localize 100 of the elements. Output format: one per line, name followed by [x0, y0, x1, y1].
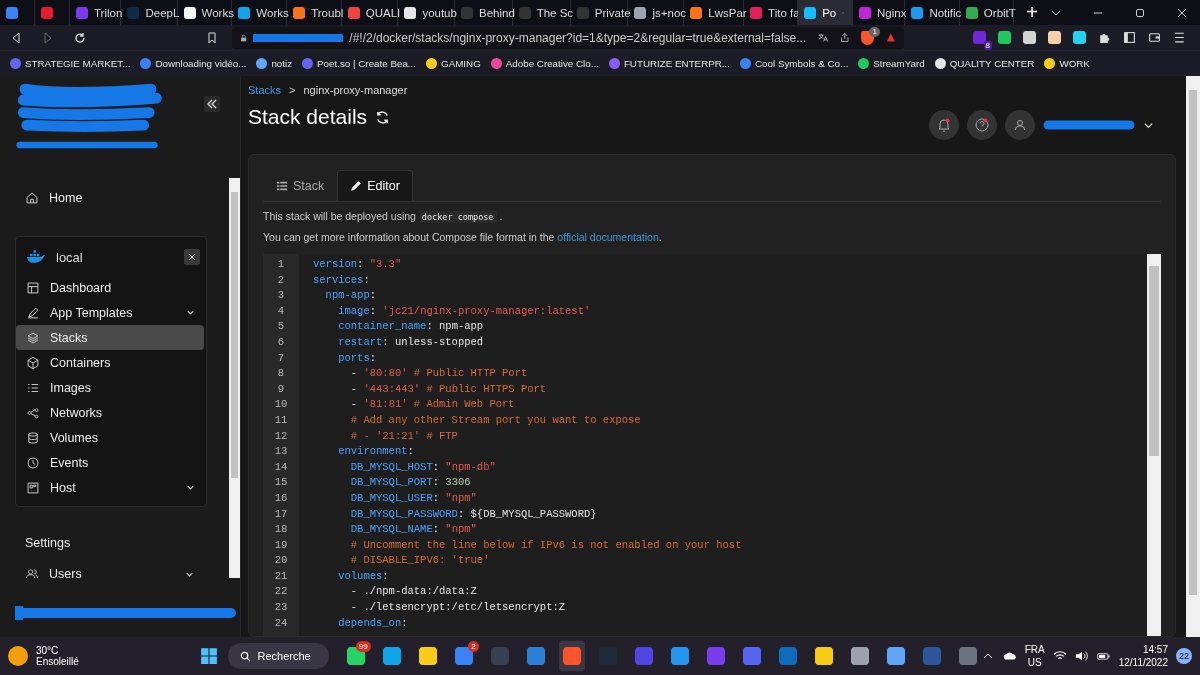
line-number: 10 [273, 397, 289, 413]
line-number: 1 [276, 257, 286, 272]
puzzle-icon[interactable] [1098, 31, 1111, 44]
bookmark-icon[interactable] [206, 31, 218, 44]
reload-icon[interactable] [74, 31, 86, 44]
code-line: container_name: npm-app [337, 319, 484, 335]
close-icon[interactable] [184, 249, 200, 265]
avatar[interactable] [1005, 110, 1035, 140]
extension-icon[interactable] [1073, 31, 1086, 44]
code-line: image: 'jc21/nginx-proxy-manager:latest' [337, 303, 591, 319]
temperature: 30°C [36, 645, 60, 656]
help-button[interactable] [967, 110, 997, 140]
menu-icon[interactable] [1173, 31, 1186, 44]
bookmark-link[interactable]: QUALITY CENTER [949, 58, 1035, 69]
bookmark-link[interactable]: GAMING [441, 58, 481, 69]
browser-tab[interactable]: Po [798, 0, 854, 25]
line-number: 21 [273, 568, 289, 584]
pencil-icon [350, 180, 363, 192]
bookmark-icon[interactable] [426, 58, 437, 69]
notification-badge[interactable]: 22 [1176, 648, 1192, 664]
refresh-icon[interactable] [375, 109, 391, 125]
maximize-icon[interactable] [1134, 6, 1146, 19]
nav-item[interactable]: Stacks [16, 325, 204, 350]
bookmark-link[interactable]: WORK [1059, 58, 1090, 69]
forward-icon[interactable] [42, 31, 54, 44]
back-icon[interactable] [10, 31, 22, 44]
code-line: DB_MYSQL_HOST: "npm-db" [349, 459, 496, 475]
count-badge: 1 [869, 26, 880, 37]
nav-item[interactable]: Users [15, 557, 205, 591]
scrollbar[interactable] [1147, 254, 1161, 636]
share-icon[interactable] [839, 31, 850, 44]
nav-item[interactable]: Host [16, 475, 206, 500]
sidebar-icon[interactable] [1123, 31, 1136, 44]
layers-icon [26, 330, 40, 345]
wifi-icon[interactable] [1052, 650, 1067, 662]
weather-condition: Ensoleillé [36, 656, 79, 667]
code-line: depends_on: [337, 615, 408, 631]
nav-item[interactable]: App Templates [16, 300, 206, 325]
dashboard-icon [26, 280, 40, 295]
code-line: ports: [337, 350, 377, 366]
line-number: 11 [273, 412, 289, 428]
line-number: 6 [276, 334, 286, 350]
whale-icon [26, 250, 46, 264]
clock-date[interactable]: 12/11/2022 [1118, 656, 1168, 669]
code-line: DB_MYSQL_PORT: 3306 [349, 475, 471, 491]
wallet-icon[interactable] [1148, 31, 1161, 44]
extension-icon[interactable] [1048, 31, 1061, 44]
cube-icon [26, 355, 40, 370]
notification-button[interactable] [929, 110, 959, 140]
nav-item[interactable]: Containers [16, 350, 206, 375]
bookmark-link[interactable]: Downloading vidéo... [155, 58, 247, 69]
nav-item[interactable]: Networks [16, 400, 206, 425]
language-label[interactable]: FRA [1024, 643, 1045, 656]
nav-item[interactable]: Home [15, 178, 230, 218]
translate-icon[interactable] [818, 31, 828, 44]
speaker-icon[interactable] [1074, 650, 1089, 662]
nav-item[interactable]: Events [16, 450, 206, 475]
keyboard-layout-label[interactable]: US [1024, 656, 1045, 669]
bookmark-link[interactable]: notiz [271, 58, 293, 69]
clock-icon [26, 455, 40, 470]
cloud-icon[interactable] [1002, 650, 1017, 662]
bell-icon [936, 117, 952, 133]
close-icon[interactable] [1176, 6, 1188, 19]
clock-time[interactable]: 14:57 [1118, 643, 1168, 656]
bookmark-icon[interactable] [934, 58, 946, 69]
breadcrumb-link[interactable]: Stacks [248, 84, 281, 96]
taskbar-app-button[interactable]: 99 [342, 641, 369, 671]
line-number: 24 [273, 615, 289, 631]
nav-item[interactable]: Images [16, 375, 206, 400]
bookmark-icon[interactable] [256, 58, 268, 69]
scrollbar[interactable] [1186, 76, 1200, 637]
documentation-link[interactable]: official documentation [557, 231, 659, 243]
bookmark-link[interactable]: StreamYard [873, 58, 925, 69]
bookmark-link[interactable]: Cool Symbols & Co... [755, 58, 849, 69]
extension-icon[interactable] [1023, 31, 1036, 44]
scrollbar[interactable] [229, 178, 240, 578]
bookmark-icon[interactable] [1044, 58, 1056, 69]
info-text: You can get more information about Compose file format in the official documentation. [263, 231, 663, 243]
nav-item[interactable]: Volumes [16, 425, 206, 450]
new-tab-button[interactable]: + [1014, 0, 1050, 25]
nav-item[interactable]: Dashboard [16, 275, 206, 300]
bookmark-link[interactable]: Adobe Creative Clo... [505, 58, 599, 69]
count-badge: 8 [983, 41, 992, 50]
tab[interactable]: Editor [337, 170, 413, 201]
collapse-icon[interactable] [204, 96, 220, 112]
tab[interactable]: Stack [263, 170, 338, 201]
bookmark-icon[interactable] [858, 58, 870, 69]
search-field[interactable]: Recherche [228, 643, 329, 669]
address-field[interactable]: /#!/2/docker/stacks/nginx-proxy-manager?id=1&type=2&regular=true&external=false... 1 [232, 26, 904, 49]
bookmark-link[interactable]: FUTURIZE ENTERPR... [623, 58, 730, 69]
bookmark-link[interactable]: Poet.so | Create Bea... [317, 58, 416, 69]
code-line: version: "3.3" [313, 257, 402, 272]
battery-icon[interactable] [1096, 650, 1111, 662]
taskbar-app-button[interactable]: 2 [450, 641, 477, 671]
taskbar-app-button[interactable] [558, 641, 585, 671]
section-heading: Settings [24, 535, 72, 552]
bookmark-link[interactable]: STRATEGIE MARKET... [25, 58, 131, 69]
windows-icon[interactable] [200, 647, 219, 665]
extension-icon[interactable] [998, 31, 1011, 44]
triangle-icon[interactable] [886, 31, 896, 44]
